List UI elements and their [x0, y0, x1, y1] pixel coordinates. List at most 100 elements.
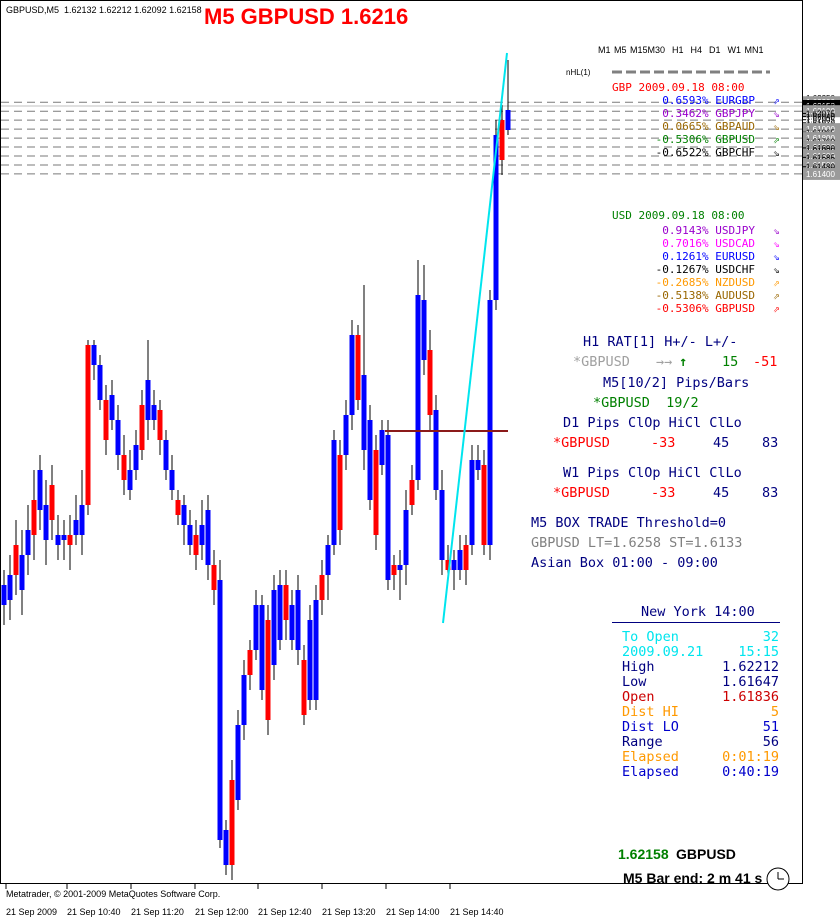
- candle-body: [235, 725, 241, 800]
- candle-body: [259, 605, 265, 690]
- ny-stat-value: 1.61647: [722, 674, 779, 690]
- rat-l: -51: [753, 354, 778, 370]
- candle-body: [277, 585, 283, 640]
- strength-row: -0.2685% NZDUSD: [655, 276, 755, 289]
- time-label: 21 Sep 11:20: [131, 907, 184, 917]
- ny-stat-label: Open: [622, 689, 655, 705]
- strength-row: 0.3462% GBPJPY: [662, 107, 755, 120]
- rat-title: H1 RAT[1] H+/- L+/-: [583, 334, 738, 350]
- strength-row: -0.6522% GBPCHF: [655, 146, 755, 159]
- candle-body: [73, 520, 79, 535]
- candle-body: [121, 455, 127, 480]
- price-axis: 1.622501.622001.621581.621451.621001.620…: [802, 94, 840, 180]
- candle-body: [163, 440, 169, 470]
- candle-body: [373, 450, 379, 535]
- candle-body: [145, 380, 151, 420]
- candle-body: [55, 535, 61, 545]
- candle-body: [37, 470, 43, 510]
- candle-body: [433, 410, 439, 490]
- ny-stat-value: 32: [762, 629, 779, 645]
- ny-stat-value: 1.62212: [722, 659, 779, 675]
- candle-body: [109, 395, 115, 420]
- ny-stat-value: 15:15: [738, 644, 779, 660]
- d1-cllo: 83: [762, 435, 779, 451]
- ny-stat-value: 5: [770, 704, 779, 720]
- ny-stat-value: 1.61836: [722, 689, 779, 705]
- strength-row: -0.5138% AUDUSD: [655, 289, 755, 302]
- candle-body: [295, 590, 301, 650]
- candle-body: [61, 535, 67, 540]
- candle-body: [391, 565, 397, 575]
- ny-stat-value: 0:40:19: [722, 764, 779, 780]
- strength-row: 0.9143% USDJPY: [662, 224, 755, 237]
- ny-stat-value: 51: [762, 719, 779, 735]
- time-label: 21 Sep 14:40: [450, 907, 504, 917]
- candle-body: [505, 110, 511, 130]
- time-label: 21 Sep 14:00: [386, 907, 440, 917]
- ny-stat-label: Dist LO: [622, 719, 679, 735]
- ny-stat-label: To Open: [622, 629, 679, 645]
- candle-body: [157, 410, 163, 440]
- candle-body: [355, 335, 361, 400]
- ny-stat-label: Elapsed: [622, 749, 679, 765]
- candle-body: [403, 510, 409, 565]
- candle-body: [331, 440, 337, 545]
- candle-body: [385, 435, 391, 580]
- box-lt-st: GBPUSD LT=1.6258 ST=1.6133: [531, 535, 743, 551]
- symbol-info: GBPUSD,M5 1.62132 1.62212 1.62092 1.6215…: [6, 5, 202, 15]
- strength-row: 0.6593% EURGBP: [662, 94, 755, 107]
- d1-hicl: 45: [713, 435, 730, 451]
- w1-hicl: 45: [713, 485, 730, 501]
- candle-body: [313, 600, 319, 700]
- strength-arrow-icon: ⇗: [773, 133, 780, 146]
- candle-body: [91, 345, 97, 365]
- ny-stat-value: 56: [762, 734, 779, 750]
- candle-body: [43, 505, 49, 540]
- d1-clop: -33: [651, 435, 676, 451]
- strength-row: -0.5306% GBPUSD: [655, 302, 755, 315]
- candle-body: [349, 335, 355, 415]
- strength-arrow-icon: ⇗: [773, 289, 780, 302]
- bar-end-timer: M5 Bar end: 2 m 41 s: [623, 870, 763, 886]
- candle-body: [229, 780, 235, 865]
- nhl-label: nHL(1): [566, 68, 591, 77]
- price-label: 1.61400: [806, 170, 835, 179]
- ny-stat-label: Low: [622, 674, 647, 690]
- candle-body: [271, 590, 277, 665]
- strength-row: 0.0665% GBPAUD: [662, 120, 755, 133]
- time-label: 21 Sep 10:40: [67, 907, 121, 917]
- timeframe-selector[interactable]: M1 M5 M15M30 H1 H4 D1 W1 MN1: [598, 45, 764, 55]
- w1-header: W1 Pips ClOp HiCl ClLo: [563, 465, 742, 481]
- candle-body: [457, 550, 463, 570]
- candle-body: [217, 580, 223, 840]
- box-title: M5 BOX TRADE Threshold=0: [531, 515, 727, 531]
- strength-arrow-icon: ⇘: [773, 237, 780, 250]
- ny-stat-label: High: [622, 659, 655, 675]
- candle-body: [67, 535, 73, 545]
- candle-body: [169, 470, 175, 490]
- candle-body: [97, 365, 103, 400]
- candle-body: [7, 575, 13, 600]
- candle-body: [421, 300, 427, 360]
- candle-body: [211, 565, 217, 590]
- strength-arrow-icon: ⇘: [773, 250, 780, 263]
- strength-arrow-icon: ⇗: [773, 276, 780, 289]
- bottom-price: 1.62158: [618, 846, 669, 862]
- d1-symbol: *GBPUSD: [553, 435, 610, 451]
- ny-underline: [612, 622, 780, 623]
- candle-body: [265, 620, 271, 720]
- chart-title: M5 GBPUSD 1.6216: [204, 4, 409, 29]
- strength-row: -0.1267% USDCHF: [655, 263, 755, 276]
- candle-body: [85, 345, 91, 505]
- strength-arrow-icon: ⇘: [773, 146, 780, 159]
- strength-arrow-icon: ⇘: [773, 224, 780, 237]
- candle-body: [301, 660, 307, 715]
- bottom-symbol: GBPUSD: [676, 846, 736, 862]
- candle-body: [133, 445, 139, 470]
- candle-body: [475, 460, 481, 470]
- candle-body: [283, 585, 289, 620]
- candle-body: [487, 300, 493, 545]
- candle-body: [469, 460, 475, 545]
- candle-body: [343, 415, 349, 455]
- box-asian: Asian Box 01:00 - 09:00: [531, 555, 718, 571]
